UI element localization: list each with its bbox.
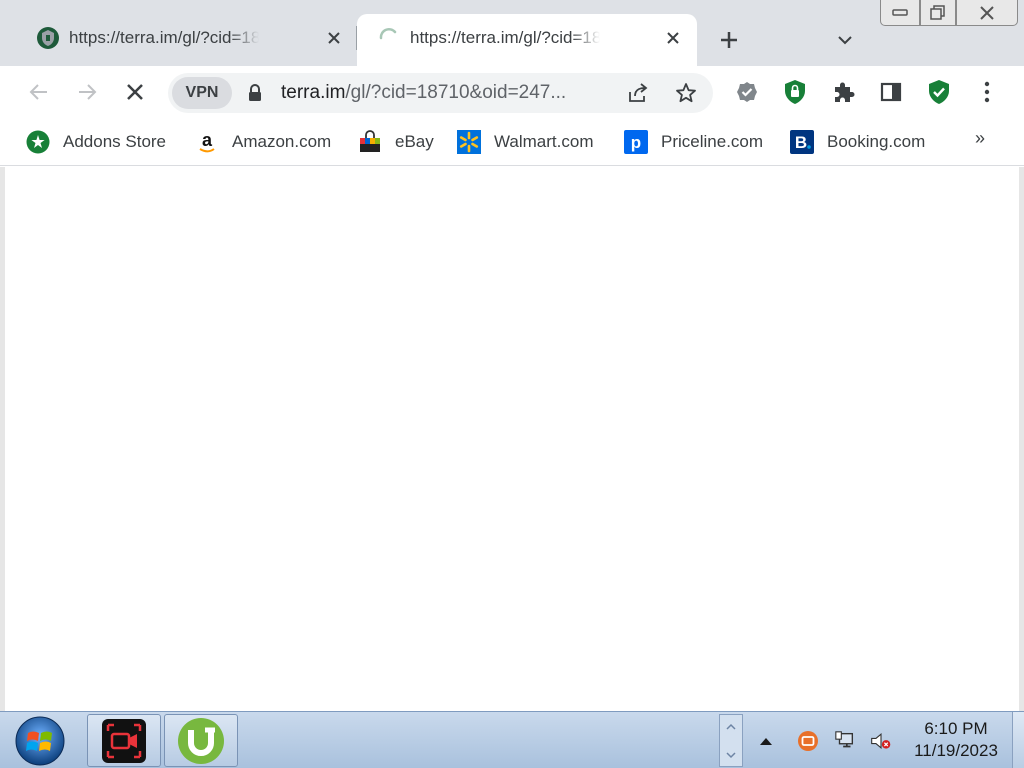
bookmark-booking[interactable]: B Booking.com: [790, 128, 925, 156]
close-icon: [980, 5, 994, 20]
tab-strip: https://terra.im/gl/?cid=18710&oid=247 h…: [0, 0, 1024, 66]
priceline-icon: p: [624, 130, 648, 154]
stop-loading-button[interactable]: [121, 78, 149, 106]
vpn-button[interactable]: VPN: [172, 77, 232, 109]
bookmark-star-button[interactable]: [672, 79, 700, 107]
tray-app-icon[interactable]: [797, 730, 819, 752]
star-icon: [676, 83, 696, 103]
bookmark-amazon[interactable]: a Amazon.com: [195, 128, 331, 156]
bookmark-ebay[interactable]: eBay: [358, 128, 434, 156]
minimize-icon: [892, 8, 908, 16]
tab-title: https://terra.im/gl/?cid=18710&oid=247: [410, 28, 600, 47]
bookmarks-overflow-button[interactable]: »: [975, 128, 985, 149]
taskbar-app-utorrent[interactable]: [164, 714, 238, 767]
tab-1[interactable]: https://terra.im/gl/?cid=18710&oid=247: [16, 14, 356, 66]
kebab-menu-icon: [984, 81, 990, 103]
bookmark-label: Walmart.com: [494, 132, 594, 151]
vpn-shield-lock-icon[interactable]: [781, 78, 809, 106]
network-icon[interactable]: [834, 730, 856, 752]
booking-icon: B: [790, 130, 814, 154]
share-icon: [629, 83, 648, 102]
bookmark-priceline[interactable]: p Priceline.com: [624, 128, 763, 156]
bookmark-label: Priceline.com: [661, 132, 764, 151]
show-hidden-icons-button[interactable]: [755, 730, 777, 752]
close-tab-icon[interactable]: [324, 28, 344, 48]
bookmark-label: Booking.com: [827, 132, 926, 151]
bookmark-label: eBay: [395, 132, 434, 151]
back-button[interactable]: [25, 78, 53, 106]
close-tab-icon[interactable]: [663, 28, 683, 48]
privacy-badge-icon[interactable]: [733, 78, 761, 106]
lock-icon[interactable]: [248, 84, 264, 102]
side-panel-icon[interactable]: [877, 78, 905, 106]
bookmark-addons-store[interactable]: Addons Store: [26, 128, 166, 156]
bookmark-label: Amazon.com: [232, 132, 332, 151]
start-button[interactable]: [14, 716, 66, 766]
tab-title: https://terra.im/gl/?cid=18710&oid=247: [69, 28, 259, 47]
clock-time: 6:10 PM: [924, 719, 988, 738]
url-host: terra.im: [281, 82, 346, 103]
chevron-up-icon: [760, 738, 772, 745]
amazon-icon: a: [195, 130, 219, 154]
stop-x-icon: [127, 84, 143, 100]
address-bar[interactable]: VPN terra.im/gl/?cid=18710&oid=247...: [168, 73, 713, 113]
tab-search-button[interactable]: [833, 28, 857, 52]
tab-2-active[interactable]: https://terra.im/gl/?cid=18710&oid=247: [357, 14, 697, 66]
taskbar-clock[interactable]: 6:10 PM 11/19/2023: [900, 718, 1012, 762]
taskbar-scroll-buttons[interactable]: [719, 714, 743, 767]
extensions-puzzle-icon[interactable]: [829, 78, 857, 106]
bookmarks-bar: Addons Store a Amazon.com eBay Walmart.c…: [0, 118, 1024, 166]
share-button[interactable]: [624, 79, 652, 107]
walmart-icon: [457, 130, 481, 154]
forward-button[interactable]: [73, 78, 101, 106]
volume-muted-icon[interactable]: [870, 730, 892, 752]
forward-arrow-icon: [79, 84, 97, 100]
svg-text:a: a: [202, 130, 213, 150]
ebay-icon: [358, 130, 382, 154]
browser-menu-button[interactable]: [973, 78, 1001, 106]
loading-spinner-icon: [377, 26, 401, 50]
shield-favicon-icon: [36, 26, 60, 50]
taskbar-app-screen-recorder[interactable]: [87, 714, 161, 767]
windows-logo-icon: [15, 716, 65, 766]
url-text[interactable]: terra.im/gl/?cid=18710&oid=247...: [281, 81, 566, 105]
vpn-label: VPN: [185, 84, 219, 101]
restore-button[interactable]: [920, 0, 956, 26]
security-shield-check-icon[interactable]: [925, 78, 953, 106]
restore-icon: [930, 4, 945, 20]
page-content: [0, 167, 1024, 711]
addons-store-icon: [26, 130, 50, 154]
minimize-button[interactable]: [880, 0, 920, 26]
browser-toolbar: VPN terra.im/gl/?cid=18710&oid=247...: [0, 66, 1024, 118]
svg-text:p: p: [631, 133, 641, 152]
url-path: /gl/?cid=18710&oid=247...: [345, 82, 567, 103]
screen-recorder-icon: [102, 718, 146, 763]
svg-text:B: B: [795, 133, 807, 152]
plus-icon: [721, 32, 737, 48]
back-arrow-icon: [29, 84, 47, 100]
clock-date: 11/19/2023: [914, 741, 998, 760]
bookmark-label: Addons Store: [63, 132, 167, 151]
scroll-arrows-icon: [726, 723, 736, 759]
windows-taskbar: 6:10 PM 11/19/2023: [0, 711, 1024, 768]
chevron-down-icon: [838, 36, 852, 45]
bookmark-walmart[interactable]: Walmart.com: [457, 128, 594, 156]
utorrent-icon: [178, 717, 224, 764]
close-window-button[interactable]: [956, 0, 1018, 26]
show-desktop-button[interactable]: [1012, 712, 1024, 768]
extensions-area: [726, 71, 964, 113]
new-tab-button[interactable]: [715, 26, 743, 54]
